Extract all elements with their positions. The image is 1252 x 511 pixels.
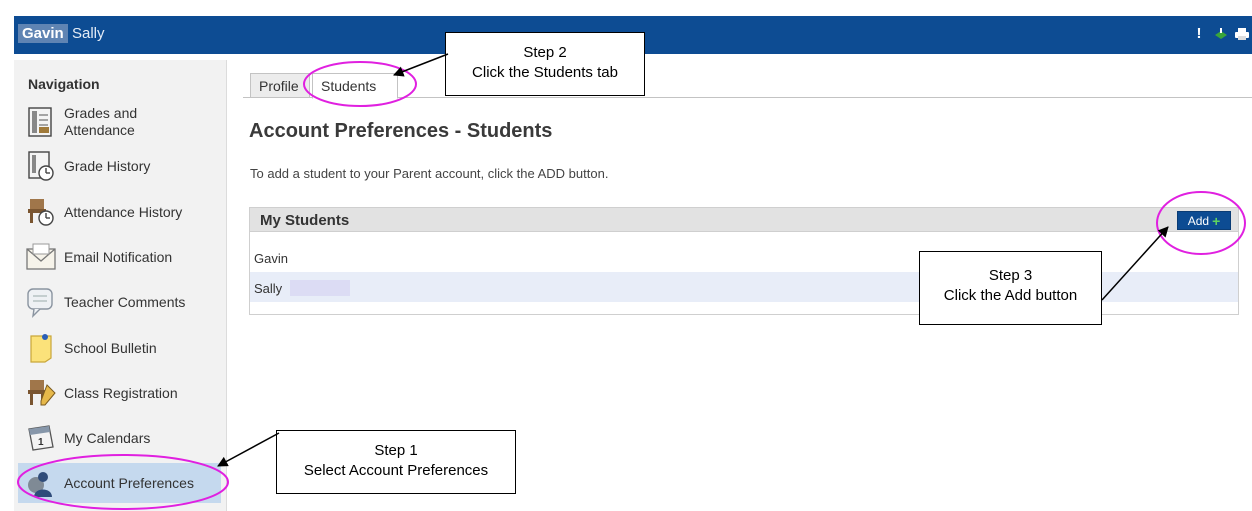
sidebar-item-label: Teacher Comments [64, 293, 186, 310]
bulletin-icon [18, 330, 64, 366]
sidebar-item-my-calendars[interactable]: 1 My Calendars [18, 418, 221, 458]
redacted-block [290, 280, 350, 296]
grade-history-icon [18, 148, 64, 184]
calendar-icon: 1 [18, 420, 64, 456]
sidebar-item-grade-history[interactable]: Grade History [18, 146, 221, 186]
svg-text:1: 1 [38, 437, 44, 448]
sidebar-item-label: School Bulletin [64, 339, 157, 356]
top-icons: ! [1192, 25, 1249, 42]
sidebar-item-grades-and-attendance[interactable]: Grades and Attendance [18, 102, 221, 142]
sidebar-item-label: Attendance History [64, 203, 183, 220]
green-hat-icon[interactable] [1213, 26, 1227, 42]
comment-icon [18, 284, 64, 320]
arrow-step-1 [217, 432, 280, 467]
callout-step-1: Step 1 Select Account Preferences [276, 430, 516, 494]
callout-step-3: Step 3 Click the Add button [919, 251, 1102, 325]
student-name: Gavin [254, 251, 288, 266]
callout-step-instruction: Click the Add button [943, 287, 1078, 304]
sidebar-item-email-notification[interactable]: Email Notification [18, 237, 221, 277]
attendance-history-icon [18, 194, 64, 230]
sidebar-item-label: Grade History [64, 157, 151, 174]
page-title: Account Preferences - Students [249, 120, 553, 142]
callout-step-instruction: Select Account Preferences [303, 462, 489, 479]
sidebar-item-teacher-comments[interactable]: Teacher Comments [18, 282, 221, 322]
sidebar-item-label: My Calendars [64, 429, 151, 446]
sidebar-item-label: Email Notification [64, 248, 173, 265]
add-button[interactable]: Add + [1177, 211, 1231, 230]
callout-step-label: Step 3 [988, 267, 1033, 284]
sidebar-item-account-preferences[interactable]: Account Preferences [18, 463, 221, 503]
gradebook-icon [18, 104, 64, 140]
sidebar-item-label: Account Preferences [64, 474, 194, 491]
sidebar: Navigation Grades and Attendance Grade H… [14, 60, 227, 511]
tab-profile[interactable]: Profile [250, 73, 310, 98]
student-name: Sally [254, 281, 283, 296]
callout-step-label: Step 1 [374, 442, 418, 459]
arrow-step-2 [393, 53, 449, 77]
callout-step-instruction: Click the Students tab [472, 64, 618, 81]
sidebar-title: Navigation [28, 76, 100, 92]
sidebar-item-label: Grades and Attendance [64, 105, 138, 138]
tab-strip: Profile Students [243, 73, 1252, 99]
sidebar-item-school-bulletin[interactable]: School Bulletin [18, 328, 221, 368]
plus-icon: + [1212, 212, 1221, 229]
callout-step-2: Step 2 Click the Students tab [445, 32, 645, 96]
sidebar-item-class-registration[interactable]: Class Registration [18, 373, 221, 413]
instructions-text: To add a student to your Parent account,… [250, 166, 609, 181]
student-selector-active[interactable]: Gavin [18, 24, 68, 43]
envelope-icon [18, 239, 64, 275]
panel-header: My Students Add + [250, 208, 1238, 232]
account-icon [18, 465, 64, 501]
alert-icon[interactable]: ! [1192, 25, 1206, 42]
print-icon[interactable] [1234, 26, 1249, 42]
registration-icon [18, 375, 64, 411]
sidebar-item-attendance-history[interactable]: Attendance History [18, 192, 221, 232]
add-button-label: Add [1187, 213, 1210, 228]
panel-title: My Students [260, 212, 350, 229]
callout-step-label: Step 2 [523, 44, 567, 61]
sidebar-item-label: Class Registration [64, 384, 178, 401]
student-selector-other[interactable]: Sally [72, 25, 105, 42]
tab-students[interactable]: Students [312, 73, 398, 99]
